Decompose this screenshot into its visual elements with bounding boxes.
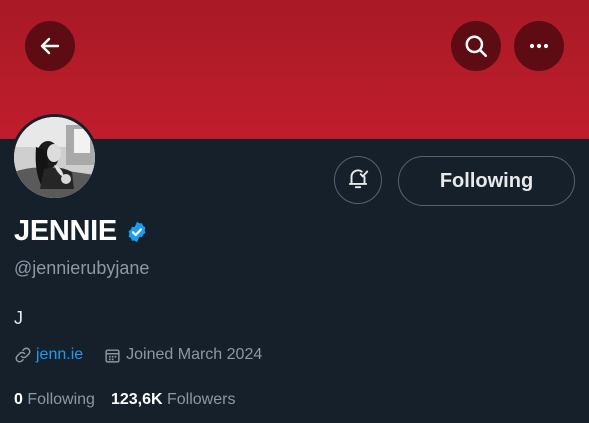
profile-handle: @jennierubyjane [14, 258, 150, 278]
following-button[interactable]: Following [398, 156, 575, 206]
followers-label: Followers [167, 391, 236, 408]
notifications-button[interactable] [334, 156, 382, 204]
following-label: Following [27, 391, 95, 408]
joined-date: Joined March 2024 [126, 346, 263, 363]
arrow-left-icon [38, 34, 62, 58]
search-button[interactable] [451, 21, 501, 71]
profile-banner [0, 0, 589, 139]
search-icon [463, 33, 489, 59]
more-horizontal-icon [527, 34, 551, 58]
bell-check-icon [345, 165, 371, 196]
back-button[interactable] [25, 21, 75, 71]
more-options-button[interactable] [514, 21, 564, 71]
profile-meta: jenn.ie Joined March 2024 [14, 346, 262, 364]
verified-badge-icon[interactable] [125, 220, 149, 244]
website-link[interactable]: jenn.ie [36, 346, 83, 364]
calendar-icon [104, 347, 121, 364]
following-count: 0 [14, 391, 23, 408]
avatar[interactable] [11, 114, 98, 201]
profile-stats: 0 Following 123,6K Followers [14, 391, 235, 409]
following-count-link[interactable]: 0 Following [14, 391, 95, 409]
avatar-image [14, 117, 95, 198]
profile-name: JENNIE [14, 215, 117, 247]
followers-count-link[interactable]: 123,6K Followers [111, 391, 236, 409]
name-row: JENNIE [14, 215, 149, 248]
followers-count: 123,6K [110, 391, 163, 408]
profile-bio: J [14, 308, 23, 328]
link-icon [14, 346, 32, 364]
